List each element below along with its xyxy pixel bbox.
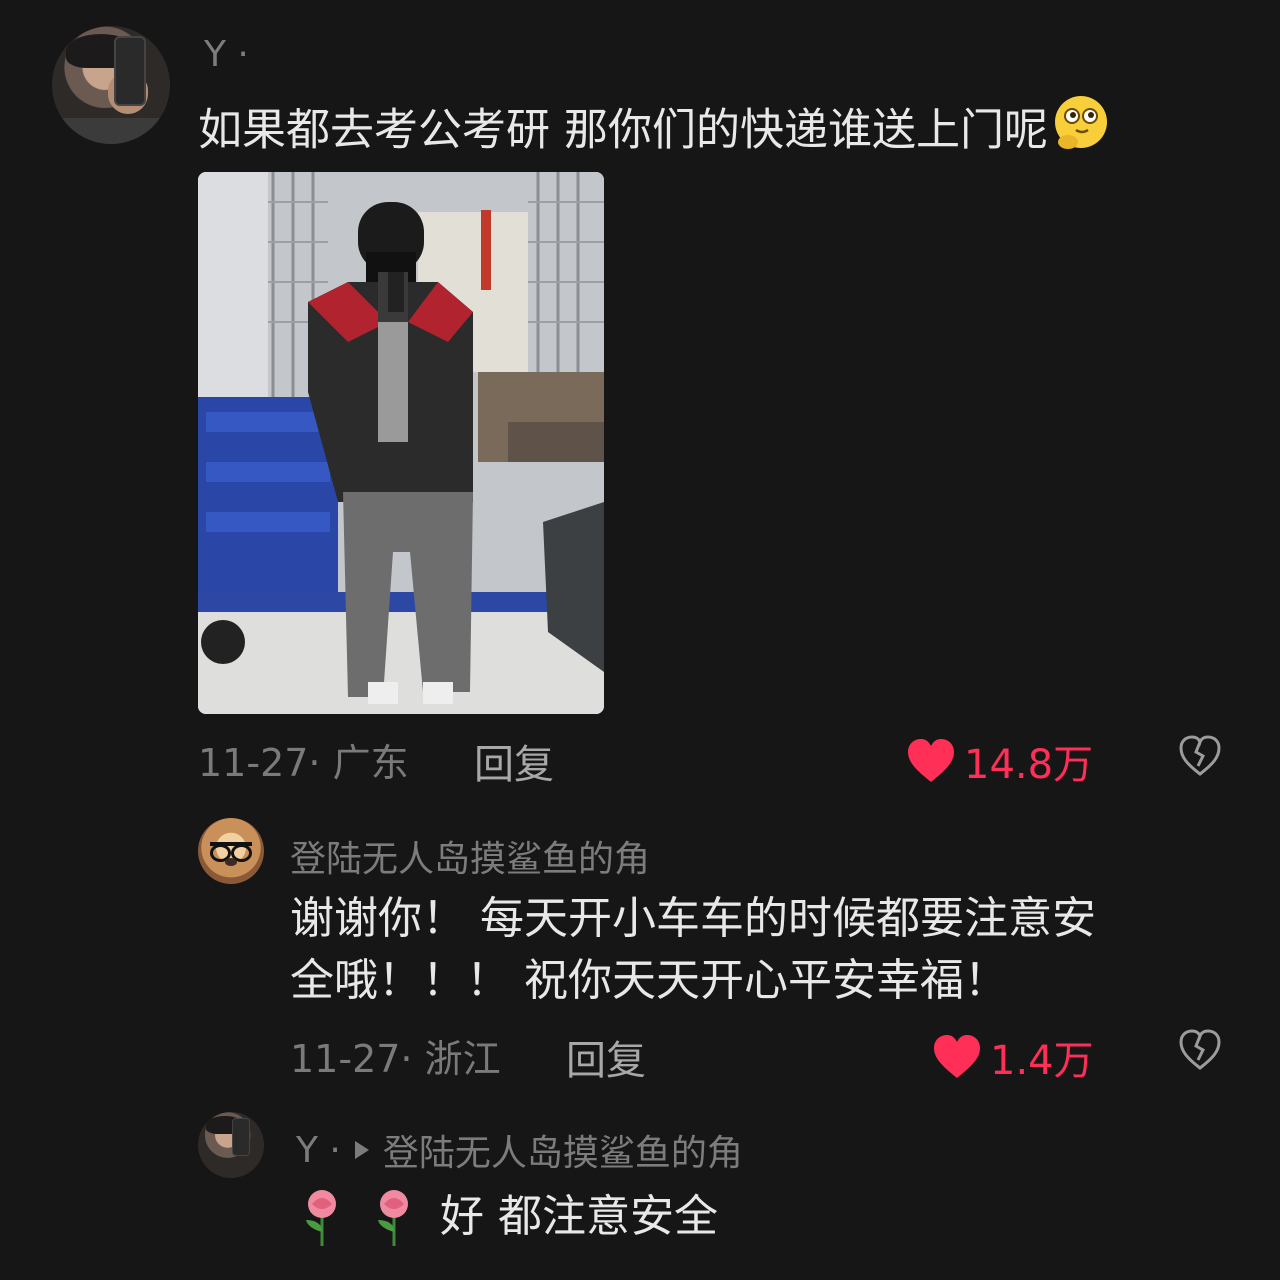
comment-username[interactable]: 登陆无人岛摸鲨鱼的角 [290,830,650,882]
reply-arrow-icon [354,1141,369,1159]
avatar[interactable] [198,818,264,884]
comment-meta: 11-27· 浙江 [290,1037,501,1081]
avatar-nose [225,858,237,866]
thinking-face-emoji-icon [1048,94,1114,171]
comment-photo[interactable] [198,172,604,714]
heart-icon [934,1035,980,1078]
reply-button[interactable]: 回复 [474,732,554,790]
avatar[interactable] [198,1112,264,1178]
comment-username[interactable]: Y · [296,1130,341,1171]
broken-heart-icon[interactable] [1178,1028,1222,1072]
comment-text-body: 好 都注意安全 [440,1191,718,1242]
comment-text-line: 全哦！！！ 祝你天天开心平安幸福！ [290,955,1008,1006]
avatar[interactable] [52,26,170,144]
rose-emoji-icon [378,1190,408,1246]
comment-text-line: 谢谢你！ 每天开小车车的时候都要注意安 [290,893,1096,944]
avatar-shirt [52,118,170,144]
avatar-phone [232,1118,250,1156]
reply-button[interactable]: 回复 [566,1028,646,1086]
comment-username[interactable]: Y · [204,34,249,75]
avatar-phone [114,36,146,106]
comment-text-body: 如果都去考公考研 那你们的快递谁送上门呢 [198,104,1048,156]
comment-meta: 11-27· 广东 [198,741,409,785]
broken-heart-icon[interactable] [1178,734,1222,778]
comment-text: 如果都去考公考研 那你们的快递谁送上门呢 [198,94,1114,171]
like-button[interactable]: 1.4万 [932,1028,1094,1086]
photo-scene [198,172,604,714]
heart-icon [908,739,954,782]
like-button[interactable]: 14.8万 [906,732,1093,790]
comment-thread: Y · 如果都去考公考研 那你们的快递谁送上门呢 11-27· 广东 回复 14… [0,0,1280,1280]
like-count: 1.4万 [990,1038,1094,1084]
comment-text: 好 都注意安全 [296,1186,718,1248]
like-count: 14.8万 [964,742,1094,788]
reply-header: Y · 登陆无人岛摸鲨鱼的角 [296,1124,743,1176]
rose-emoji-icon [306,1190,336,1246]
reply-to-username[interactable]: 登陆无人岛摸鲨鱼的角 [383,1124,743,1176]
